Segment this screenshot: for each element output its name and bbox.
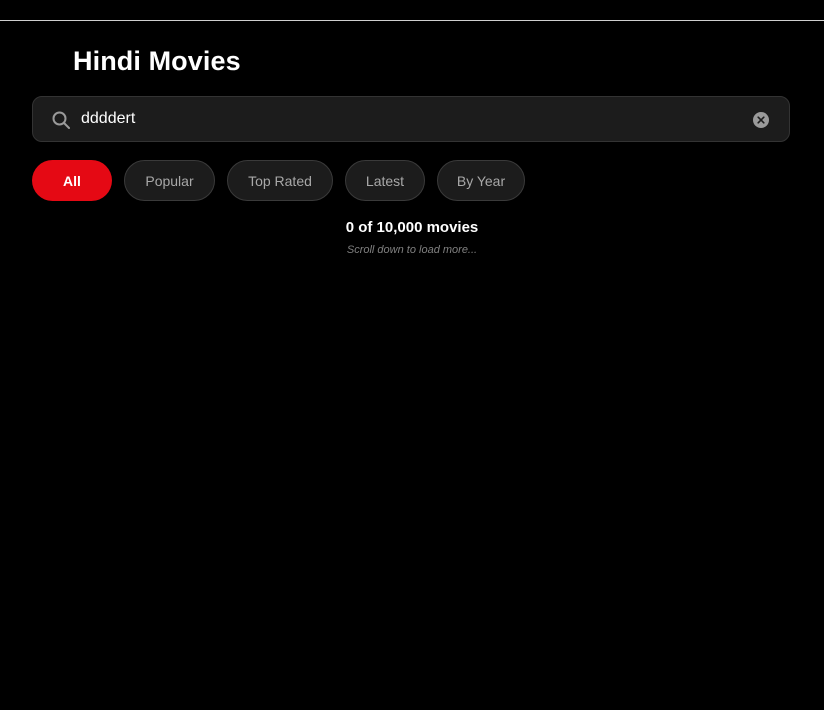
top-divider	[0, 20, 824, 21]
filter-chip-all[interactable]: All	[32, 160, 112, 201]
filter-chip-latest[interactable]: Latest	[345, 160, 425, 201]
clear-icon[interactable]	[752, 111, 770, 129]
results-count: 0 of 10,000 movies	[345, 219, 479, 236]
scroll-hint: Scroll down to load more...	[346, 244, 478, 256]
filter-chip-top-rated[interactable]: Top Rated	[227, 160, 333, 201]
page-title: Hindi Movies	[73, 46, 241, 76]
filter-chip-popular[interactable]: Popular	[124, 160, 215, 201]
search-bar[interactable]	[32, 96, 790, 142]
search-icon	[52, 111, 70, 129]
filter-chip-by-year[interactable]: By Year	[437, 160, 525, 201]
search-input[interactable]	[81, 105, 731, 133]
